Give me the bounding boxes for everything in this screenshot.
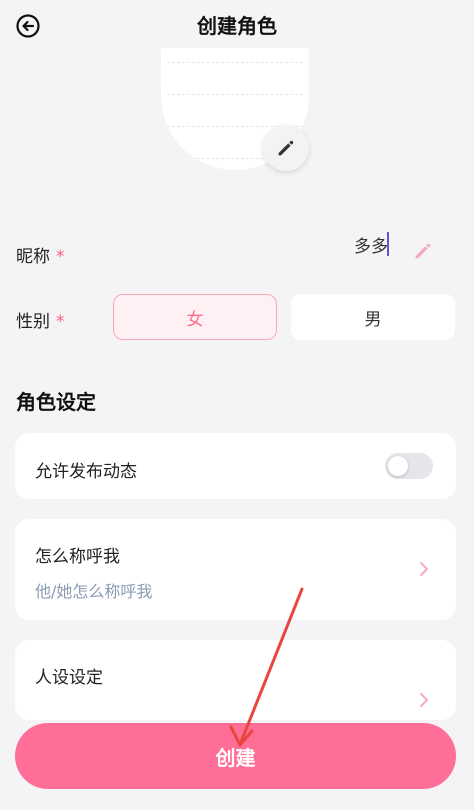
- edit-avatar-button[interactable]: [263, 125, 309, 171]
- gender-label: 性别 *: [16, 312, 65, 332]
- call-me-label: 怎么称呼我: [35, 547, 120, 567]
- section-title-role-settings: 角色设定: [16, 390, 96, 414]
- nickname-edit-button[interactable]: [412, 240, 434, 262]
- pencil-icon: [415, 243, 431, 259]
- gender-option-female[interactable]: 女: [113, 294, 277, 340]
- create-button[interactable]: 创建: [15, 723, 456, 789]
- allow-post-toggle[interactable]: [385, 453, 433, 479]
- text-caret: [387, 232, 389, 256]
- call-me-card[interactable]: 怎么称呼我 他/她怎么称呼我: [15, 519, 456, 620]
- page-title: 创建角色: [197, 14, 277, 38]
- call-me-placeholder: 他/她怎么称呼我: [35, 582, 153, 601]
- allow-post-label: 允许发布动态: [35, 462, 137, 482]
- pencil-icon: [278, 140, 294, 156]
- persona-label: 人设设定: [35, 668, 103, 688]
- toggle-knob: [388, 456, 408, 476]
- gender-option-male[interactable]: 男: [291, 294, 455, 340]
- required-mark: *: [56, 247, 65, 267]
- persona-card[interactable]: 人设设定: [15, 640, 456, 720]
- required-mark: *: [56, 312, 65, 332]
- nickname-input[interactable]: 多多: [354, 232, 388, 257]
- chevron-right-icon: [420, 562, 428, 576]
- allow-post-card: 允许发布动态: [15, 433, 456, 499]
- chevron-right-icon: [420, 693, 428, 707]
- nickname-label: 昵称 *: [16, 247, 65, 267]
